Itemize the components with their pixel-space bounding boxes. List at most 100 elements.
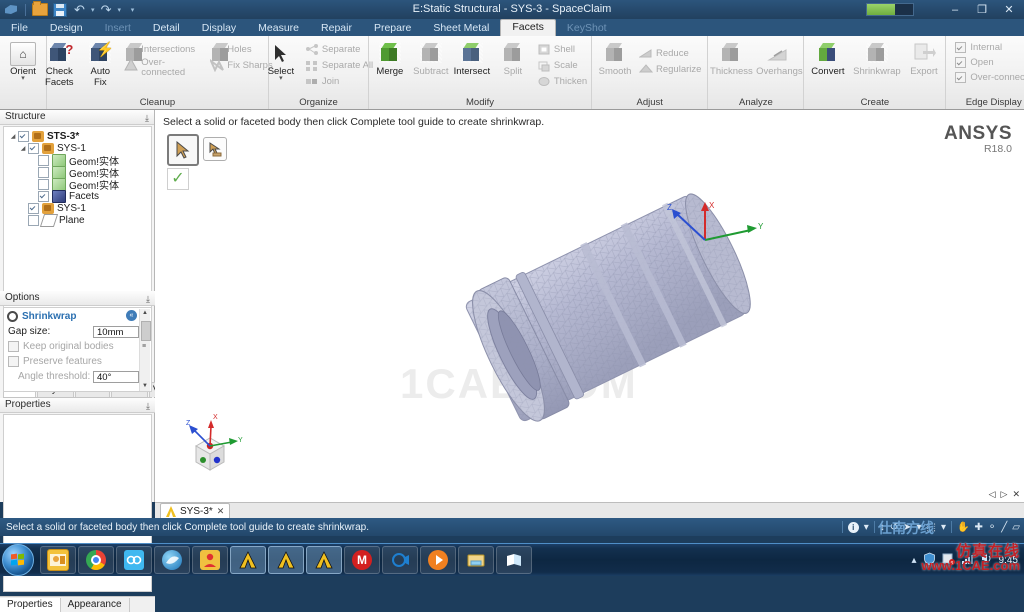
plane-icon[interactable]: ▱ [1012, 522, 1020, 533]
tab-sheet-metal[interactable]: Sheet Metal [422, 20, 500, 36]
regularize-button[interactable]: Regularize [636, 62, 704, 77]
thicken-button[interactable]: Thicken [534, 74, 590, 89]
scale-button[interactable]: Scale [534, 58, 590, 73]
open-button[interactable] [31, 2, 48, 18]
box-select-icon[interactable]: ⬚ [927, 522, 936, 533]
expander-icon[interactable]: ◢ [18, 145, 28, 152]
tree-node-plane[interactable]: Plane [4, 214, 151, 226]
orient-caret-icon[interactable]: ▾ [21, 76, 25, 81]
thickness-button[interactable]: Thickness [708, 40, 754, 77]
visibility-checkbox[interactable] [38, 179, 49, 190]
tray-security-icon[interactable]: x [942, 552, 955, 568]
tab-insert[interactable]: Insert [94, 20, 142, 36]
taskbar-item-camera[interactable] [382, 546, 418, 574]
windows-taskbar[interactable]: M ▴ x [0, 543, 1024, 576]
pointer-icon[interactable]: ➤ [903, 522, 911, 533]
taskbar-item-qq[interactable] [192, 546, 228, 574]
structure-pin-icon[interactable]: ⤓ [145, 111, 149, 125]
tool-guide[interactable] [167, 134, 227, 166]
intersect-button[interactable]: Intersect [452, 40, 492, 77]
nav-close-icon[interactable]: ✕ [1012, 489, 1020, 500]
tray-volume-icon[interactable] [980, 552, 993, 568]
tab-detail[interactable]: Detail [142, 20, 191, 36]
tab-properties[interactable]: Properties [0, 598, 61, 612]
expander-icon[interactable]: ◢ [8, 133, 18, 140]
taskbar-item-baidu-netdisk[interactable] [116, 546, 152, 574]
graphics-viewport[interactable]: Select a solid or faceted body then clic… [155, 110, 1024, 502]
viewport-nav-controls[interactable]: ◁ ▷ ✕ [989, 489, 1020, 500]
select-region-tool-button[interactable] [203, 137, 227, 161]
tray-hidden-icon[interactable]: ▴ [912, 555, 917, 566]
tab-keyshot[interactable]: KeyShot [556, 20, 618, 36]
subtract-button[interactable]: Subtract [411, 40, 451, 77]
over-connected-button[interactable]: Over-connected [121, 58, 206, 80]
info-caret-icon[interactable]: ▾ [864, 522, 869, 533]
window-controls[interactable]: – ❐ ✕ [942, 0, 1022, 19]
navigation-triad[interactable]: X Y Z [180, 410, 250, 480]
restore-button[interactable]: ❐ [969, 1, 995, 18]
taskbar-item-ansys-1[interactable] [230, 546, 266, 574]
quick-access-toolbar[interactable]: ↶ ▾ ↷ ▾ ▾ [3, 1, 141, 18]
app-menu-button[interactable] [3, 2, 20, 18]
undo-button[interactable]: ↶ [71, 2, 88, 18]
rotate-icon[interactable]: ↺ [890, 522, 898, 533]
start-button[interactable] [2, 544, 34, 576]
close-button[interactable]: ✕ [996, 1, 1022, 18]
properties-pin-icon[interactable]: ⤓ [146, 399, 150, 413]
zoom-fit-icon[interactable]: ✚ [974, 522, 982, 533]
save-button[interactable] [51, 2, 68, 18]
separate-all-button[interactable]: Separate All [302, 58, 376, 73]
visibility-checkbox[interactable] [28, 143, 39, 154]
options-pin-icon[interactable]: ⤓ [146, 292, 150, 306]
pointer-caret-icon[interactable]: ▾ [917, 522, 922, 533]
angle-threshold-input[interactable]: 40° [93, 371, 139, 383]
tab-appearance[interactable]: Appearance [61, 598, 130, 612]
tree-node-facets[interactable]: Facets [4, 190, 151, 202]
smooth-button[interactable]: Smooth [595, 40, 635, 77]
info-icon[interactable]: i [848, 522, 859, 533]
system-tray[interactable]: ▴ x 9:45 [912, 544, 1024, 576]
visibility-checkbox[interactable] [18, 131, 29, 142]
taskbar-item-mail[interactable]: M [344, 546, 380, 574]
orient-button[interactable]: ⌂ Orient ▾ [3, 40, 43, 81]
tab-repair[interactable]: Repair [310, 20, 363, 36]
preserve-features-row[interactable]: Preserve features [4, 354, 151, 369]
taskbar-item-player[interactable] [420, 546, 456, 574]
undo-caret-icon[interactable]: ▾ [91, 6, 95, 14]
taskbar-item-ansys-2[interactable] [268, 546, 304, 574]
taskbar-item-browser[interactable] [154, 546, 190, 574]
split-button[interactable]: Split [493, 40, 533, 77]
check-facets-button[interactable]: ? Check Facets [39, 40, 79, 88]
model-3d-faceted-cylinder[interactable]: X Y Z [405, 180, 825, 430]
taskbar-item-ansys-3[interactable] [306, 546, 342, 574]
taskbar-item-explorer[interactable] [458, 546, 494, 574]
nav-prev-icon[interactable]: ◁ [989, 489, 996, 500]
edge-open-checkbox[interactable]: Open [955, 55, 993, 70]
keep-original-bodies-checkbox[interactable] [8, 341, 19, 352]
document-tab-sys-3[interactable]: SYS-3* ✕ [160, 503, 230, 519]
minimize-button[interactable]: – [942, 1, 968, 18]
join-button[interactable]: Join [302, 74, 376, 89]
tab-file[interactable]: File [0, 20, 39, 36]
box-select-caret-icon[interactable]: ▾ [941, 522, 946, 533]
tree-node-sys-1-b[interactable]: SYS-1 [4, 202, 151, 214]
select-caret-icon[interactable]: ▾ [279, 76, 283, 81]
visibility-checkbox[interactable] [28, 215, 39, 226]
taskbar-clock[interactable]: 9:45 [999, 555, 1018, 566]
auto-fix-button[interactable]: ⚡ Auto Fix [80, 40, 120, 88]
tab-prepare[interactable]: Prepare [363, 20, 422, 36]
taskbar-item-chrome[interactable] [78, 546, 114, 574]
taskbar-item-reader[interactable] [496, 546, 532, 574]
select-body-tool-button[interactable] [167, 134, 199, 166]
taskbar-item-outlook[interactable] [40, 546, 76, 574]
section-icon[interactable]: ╱ [1001, 522, 1007, 533]
visibility-checkbox[interactable] [38, 167, 49, 178]
gap-size-input[interactable]: 10mm [93, 326, 139, 338]
convert-button[interactable]: Convert [806, 40, 850, 77]
tree-node-sts-3[interactable]: ◢ STS-3* [4, 130, 151, 142]
edge-over-connected-checkbox[interactable]: Over-connected [955, 70, 1024, 85]
tree-node-geom-3[interactable]: Geom!实体 [4, 178, 151, 190]
scroll-thumb[interactable] [141, 321, 151, 341]
scroll-up-icon[interactable]: ▲ [140, 309, 150, 318]
document-tab-bar[interactable]: SYS-3* ✕ [155, 502, 1024, 519]
